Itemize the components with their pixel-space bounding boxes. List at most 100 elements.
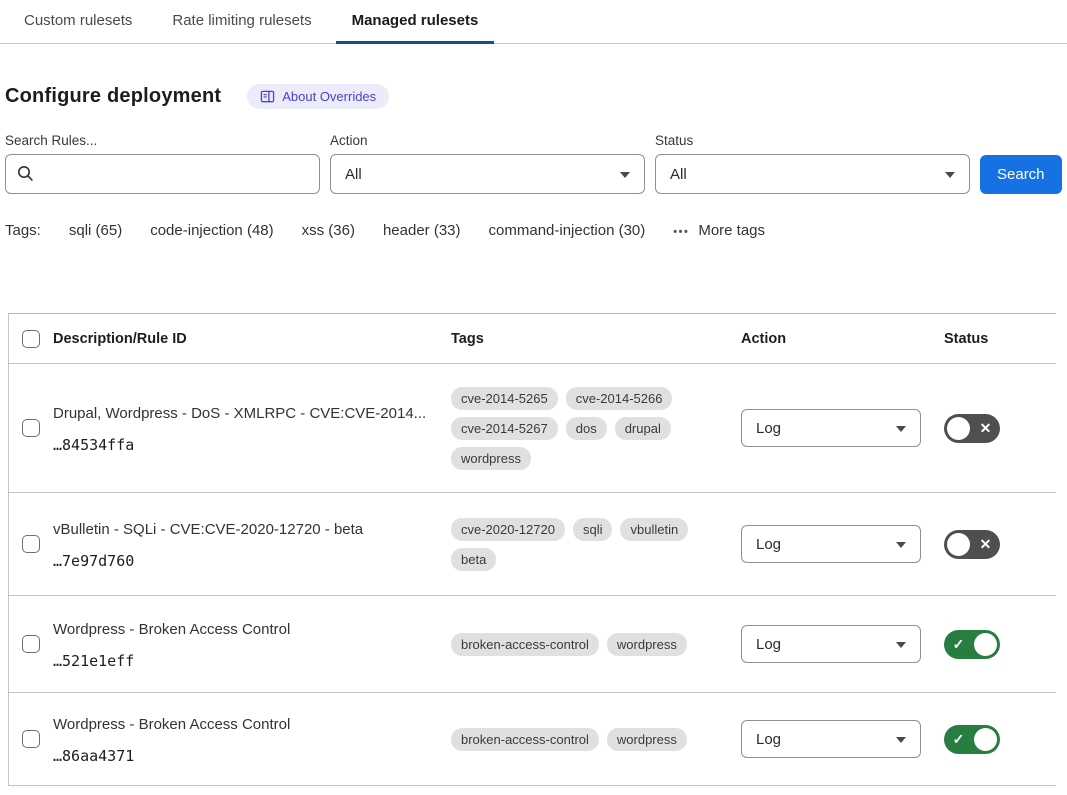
tab-managed-rulesets[interactable]: Managed rulesets <box>336 2 495 44</box>
status-field: Status All <box>655 133 970 194</box>
column-header-tags: Tags <box>451 331 741 347</box>
tags-bar: Tags: sqli (65) code-injection (48) xss … <box>5 222 1067 239</box>
ruleset-tabbar: Custom rulesets Rate limiting rulesets M… <box>0 0 1067 44</box>
page-title: Configure deployment <box>5 85 221 108</box>
row-rule-id: …7e97d760 <box>53 552 441 570</box>
table-header-row: Description/Rule ID Tags Action Status <box>9 314 1056 364</box>
row-action-select[interactable]: Log <box>741 720 921 758</box>
tag-pill: broken-access-control <box>451 728 599 751</box>
toggle-state-icon: ✓ <box>947 636 970 653</box>
filters-row: Search Rules... Action All Status All Se… <box>5 133 1062 194</box>
row-description: vBulletin - SQLi - CVE:CVE-2020-12720 - … <box>53 519 441 541</box>
toggle-state-icon: ✓ <box>947 731 970 748</box>
row-description: Wordpress - Broken Access Control <box>53 714 441 736</box>
search-input[interactable] <box>5 154 320 194</box>
row-action-select[interactable]: Log <box>741 625 921 663</box>
chevron-down-icon <box>945 172 955 178</box>
chevron-down-icon <box>896 426 906 432</box>
tag-pill: broken-access-control <box>451 633 599 656</box>
tag-link-code-injection[interactable]: code-injection (48) <box>150 222 273 239</box>
toggle-state-icon: ✕ <box>974 420 997 437</box>
column-header-action: Action <box>741 331 944 347</box>
row-action-value: Log <box>756 420 781 437</box>
tag-link-command-injection[interactable]: command-injection (30) <box>489 222 646 239</box>
tag-pill: wordpress <box>607 633 687 656</box>
row-checkbox[interactable] <box>22 635 40 653</box>
status-toggle[interactable]: ✓ <box>944 725 1000 754</box>
row-checkbox[interactable] <box>22 419 40 437</box>
row-action-value: Log <box>756 536 781 553</box>
tag-pill: cve-2014-5266 <box>566 387 673 410</box>
table-row: Wordpress - Broken Access Control …86aa4… <box>9 693 1056 786</box>
toggle-knob <box>974 728 997 751</box>
action-field: Action All <box>330 133 645 194</box>
toggle-knob <box>974 633 997 656</box>
search-label: Search Rules... <box>5 133 320 148</box>
row-action-value: Log <box>756 731 781 748</box>
toggle-knob <box>947 533 970 556</box>
search-button[interactable]: Search <box>980 155 1062 194</box>
select-all-checkbox[interactable] <box>22 330 40 348</box>
tag-link-xss[interactable]: xss (36) <box>302 222 355 239</box>
book-icon <box>260 89 275 104</box>
heading-row: Configure deployment About Overrides <box>5 84 1067 109</box>
tag-pill: cve-2020-12720 <box>451 518 565 541</box>
action-label: Action <box>330 133 645 148</box>
tags-bar-label: Tags: <box>5 222 41 239</box>
column-header-description: Description/Rule ID <box>53 331 451 347</box>
row-rule-id: …86aa4371 <box>53 747 441 765</box>
tag-pill: dos <box>566 417 607 440</box>
row-checkbox[interactable] <box>22 535 40 553</box>
row-tags: broken-access-control wordpress <box>451 633 691 656</box>
chevron-down-icon <box>620 172 630 178</box>
tab-rate-limiting-rulesets[interactable]: Rate limiting rulesets <box>156 2 327 44</box>
toggle-knob <box>947 417 970 440</box>
tab-custom-rulesets[interactable]: Custom rulesets <box>8 2 148 44</box>
table-body: Drupal, Wordpress - DoS - XMLRPC - CVE:C… <box>9 364 1056 786</box>
status-label: Status <box>655 133 970 148</box>
table-row: Drupal, Wordpress - DoS - XMLRPC - CVE:C… <box>9 364 1056 493</box>
status-toggle[interactable]: ✓ <box>944 630 1000 659</box>
tag-pill: sqli <box>573 518 613 541</box>
tag-pill: vbulletin <box>620 518 688 541</box>
row-rule-id: …84534ffa <box>53 436 441 454</box>
search-icon <box>17 165 34 187</box>
tag-pill: beta <box>451 548 496 571</box>
tag-pill: wordpress <box>607 728 687 751</box>
more-tags-label: More tags <box>698 222 765 239</box>
column-header-status: Status <box>944 331 1054 347</box>
ellipsis-icon: ••• <box>673 226 689 238</box>
about-overrides-badge[interactable]: About Overrides <box>247 84 389 109</box>
row-description: Drupal, Wordpress - DoS - XMLRPC - CVE:C… <box>53 403 441 425</box>
action-select[interactable]: All <box>330 154 645 194</box>
row-tags: broken-access-control wordpress <box>451 728 691 751</box>
tag-pill: cve-2014-5265 <box>451 387 558 410</box>
table-row: Wordpress - Broken Access Control …521e1… <box>9 596 1056 693</box>
chevron-down-icon <box>896 542 906 548</box>
chevron-down-icon <box>896 737 906 743</box>
status-toggle[interactable]: ✕ <box>944 414 1000 443</box>
more-tags-button[interactable]: ••• More tags <box>673 222 765 239</box>
tag-link-sqli[interactable]: sqli (65) <box>69 222 122 239</box>
table-row: vBulletin - SQLi - CVE:CVE-2020-12720 - … <box>9 493 1056 596</box>
status-select[interactable]: All <box>655 154 970 194</box>
toggle-state-icon: ✕ <box>974 536 997 553</box>
action-select-value: All <box>345 166 362 183</box>
row-checkbox[interactable] <box>22 730 40 748</box>
chevron-down-icon <box>896 642 906 648</box>
row-description: Wordpress - Broken Access Control <box>53 619 441 641</box>
status-toggle[interactable]: ✕ <box>944 530 1000 559</box>
tag-pill: cve-2014-5267 <box>451 417 558 440</box>
tag-link-header[interactable]: header (33) <box>383 222 461 239</box>
tag-pill: wordpress <box>451 447 531 470</box>
row-tags: cve-2014-5265 cve-2014-5266 cve-2014-5267 d… <box>451 387 691 470</box>
row-action-select[interactable]: Log <box>741 525 921 563</box>
rules-table: Description/Rule ID Tags Action Status D… <box>8 313 1056 786</box>
tag-pill: drupal <box>615 417 671 440</box>
search-field: Search Rules... <box>5 133 320 194</box>
row-action-value: Log <box>756 636 781 653</box>
status-select-value: All <box>670 166 687 183</box>
about-overrides-label: About Overrides <box>282 89 376 104</box>
row-action-select[interactable]: Log <box>741 409 921 447</box>
row-tags: cve-2020-12720 sqli vbulletin beta <box>451 518 691 571</box>
